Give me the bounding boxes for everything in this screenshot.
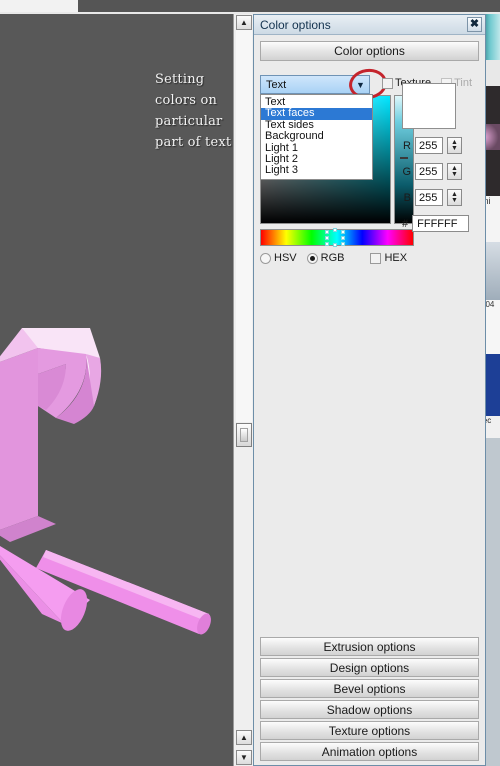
texture-checkbox[interactable] [382, 77, 393, 89]
blue-channel-label: B [403, 191, 411, 204]
panel-title-bar[interactable]: Color options ✖ [254, 15, 485, 35]
tint-checkbox-label: Tint [454, 77, 473, 89]
scrollbar-thumb[interactable] [236, 423, 252, 447]
app-window: mi 004 lec Setting colors on particular … [0, 0, 500, 766]
green-channel-stepper[interactable]: ▲ ▼ [447, 163, 462, 180]
dropdown-item-light-3[interactable]: Light 3 [261, 164, 372, 176]
red-channel-row: R 255 ▲ ▼ [402, 137, 462, 154]
hex-checkbox-label: HEX [384, 252, 408, 264]
color-target-dropdown-list[interactable]: Text Text faces Text sides Background Li… [260, 94, 373, 180]
close-icon[interactable]: ✖ [467, 17, 482, 32]
panel-bottom-buttons: Extrusion options Design options Bevel o… [254, 635, 485, 763]
dropdown-item-background[interactable]: Background [261, 130, 372, 142]
value-slider-thumb[interactable] [400, 157, 408, 159]
green-channel-label: G [402, 165, 411, 178]
viewport-scrollbar[interactable]: ▲ ▲ ▼ [233, 14, 253, 766]
3d-letter-r-svg [0, 328, 211, 635]
scroll-up-button[interactable]: ▲ [236, 15, 252, 30]
rgb-radio[interactable] [306, 252, 318, 264]
texture-options-button[interactable]: Texture options [260, 721, 479, 740]
design-options-button[interactable]: Design options [260, 658, 479, 677]
panel-title-label: Color options [260, 17, 331, 32]
scroll-up-button-bottom[interactable]: ▲ [236, 730, 252, 745]
annotation-text: Setting colors on particular part of tex… [155, 72, 232, 150]
scroll-down-button[interactable]: ▼ [236, 750, 252, 765]
stepper-down-icon[interactable]: ▼ [451, 171, 458, 178]
hsv-radio-label: HSV [274, 252, 297, 264]
blue-channel-stepper[interactable]: ▲ ▼ [447, 189, 462, 206]
red-channel-input[interactable]: 255 [415, 137, 443, 154]
hex-input[interactable]: FFFFFF [412, 215, 470, 232]
rgb-radio-label: RGB [320, 252, 345, 264]
combobox-value-label: Text [266, 78, 287, 91]
hue-slider-cursor[interactable] [325, 228, 347, 247]
3d-letter-r-object[interactable] [0, 314, 233, 654]
color-model-radio-group: HSV RGB HEX [260, 252, 407, 264]
hex-row: # FFFFFF [402, 215, 470, 232]
color-options-header-button[interactable]: Color options [260, 41, 479, 61]
stepper-down-icon[interactable]: ▼ [451, 145, 458, 152]
color-preview-swatch[interactable] [402, 83, 456, 129]
desktop-background-strip [0, 0, 78, 12]
blue-channel-input[interactable]: 255 [415, 189, 443, 206]
stepper-down-icon[interactable]: ▼ [451, 197, 458, 204]
scrollbar-track[interactable] [236, 30, 252, 422]
hex-checkbox[interactable] [370, 252, 382, 264]
3d-viewport[interactable]: Setting colors on particular part of tex… [0, 14, 233, 766]
hsv-radio[interactable] [260, 252, 271, 264]
extrusion-options-button[interactable]: Extrusion options [260, 637, 479, 656]
color-options-panel: Color options ✖ Color options Text ▼ Tex… [253, 14, 486, 766]
desktop-background-strip-dark [78, 0, 500, 12]
red-channel-label: R [403, 139, 411, 152]
hex-label: # [402, 217, 409, 230]
bevel-options-button[interactable]: Bevel options [260, 679, 479, 698]
green-channel-row: G 255 ▲ ▼ [402, 163, 462, 180]
blue-channel-row: B 255 ▲ ▼ [402, 189, 462, 206]
animation-options-button[interactable]: Animation options [260, 742, 479, 761]
green-channel-input[interactable]: 255 [415, 163, 443, 180]
shadow-options-button[interactable]: Shadow options [260, 700, 479, 719]
red-channel-stepper[interactable]: ▲ ▼ [447, 137, 462, 154]
panel-body: Color options Text ▼ Text Text faces Tex… [254, 37, 485, 264]
